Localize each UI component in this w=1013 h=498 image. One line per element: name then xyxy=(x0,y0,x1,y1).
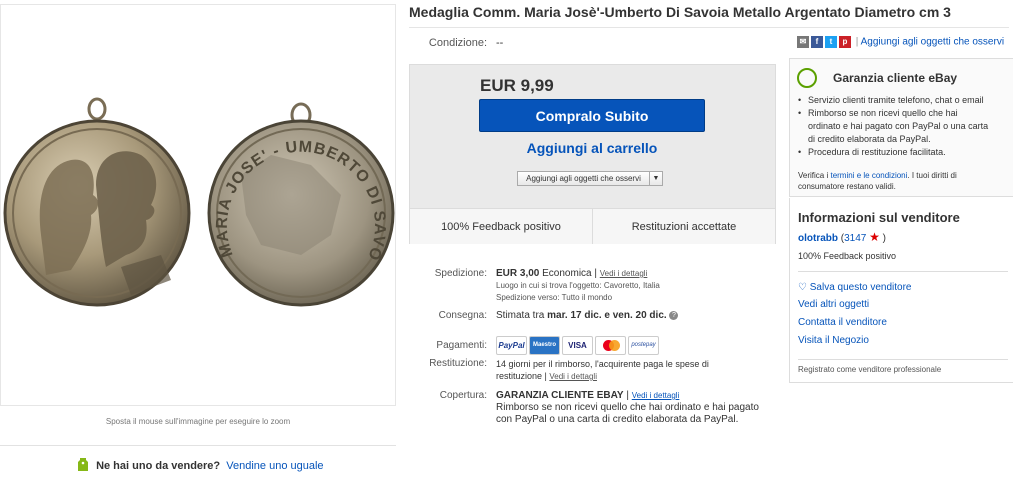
payment-logos: PayPal Maestro VISA postepay xyxy=(496,336,661,355)
price: EUR 9,99 xyxy=(480,76,554,95)
buy-now-button[interactable]: Compralo Subito xyxy=(479,99,705,132)
seller-title: Informazioni sul venditore xyxy=(798,210,960,225)
mastercard-icon xyxy=(595,336,626,355)
coverage-title: GARANZIA CLIENTE EBAY xyxy=(496,390,624,401)
list-item: Servizio clienti tramite telefono, chat … xyxy=(798,94,1013,107)
list-item: Procedura di restituzione facilitata. xyxy=(798,146,1013,159)
product-image[interactable]: MARIA JOSE' - UMBERTO DI SAVOIA xyxy=(0,0,396,406)
sell-prompt: Ne hai uno da vendere? Vendine uno ugual… xyxy=(78,458,324,474)
help-icon[interactable]: ? xyxy=(669,310,679,320)
guarantee-note: Verifica i termini e le condizioni. I tu… xyxy=(798,171,957,191)
delivery-label: Consegna: xyxy=(438,310,487,321)
paypal-icon: PayPal xyxy=(496,336,527,355)
sell-similar-link[interactable]: Vendine uno uguale xyxy=(226,460,323,472)
seller-username-link[interactable]: olotrabb xyxy=(798,233,838,244)
postepay-icon: postepay xyxy=(628,336,659,355)
watch-link[interactable]: Aggiungi agli oggetti che osservi xyxy=(861,37,1004,48)
returns-details-link[interactable]: Vedi i dettagli xyxy=(549,372,597,381)
delivery-range: mar. 17 dic. e ven. 20 dic. xyxy=(547,310,667,321)
heart-icon: ♡ xyxy=(798,282,807,293)
coverage-line1: Rimborso se non ricevi quello che hai or… xyxy=(496,402,759,413)
coverage-details-link[interactable]: Vedi i dettagli xyxy=(632,391,680,400)
add-to-cart-link[interactable]: Aggiungi al carrello xyxy=(479,140,705,156)
guarantee-list: Servizio clienti tramite telefono, chat … xyxy=(798,94,1013,159)
image-panel: MARIA JOSE' - UMBERTO DI SAVOIA Sposta i… xyxy=(0,0,397,498)
divider xyxy=(798,359,1008,360)
email-icon[interactable]: ✉ xyxy=(797,36,809,48)
payments-label: Pagamenti: xyxy=(436,340,487,351)
seller-highlights: 100% Feedback positivo Restituzioni acce… xyxy=(410,208,775,244)
visit-store-link[interactable]: Visita il Negozio xyxy=(798,335,869,346)
shipping-details-link[interactable]: Vedi i dettagli xyxy=(600,269,648,278)
pinterest-icon[interactable]: p xyxy=(839,36,851,48)
star-icon: ★ xyxy=(869,230,880,244)
watch-dropdown[interactable]: Aggiungi agli oggetti che osservi ▼ xyxy=(517,171,663,186)
returns-policy-line2: restituzione xyxy=(496,371,543,381)
shipping-price: EUR 3,00 xyxy=(496,268,540,279)
zoom-hint: Sposta il mouse sull'immagine per esegui… xyxy=(105,417,291,426)
coverage-label: Copertura: xyxy=(439,390,487,401)
seller-user: olotrabb (3147 ★ ) xyxy=(798,230,887,244)
seller-registration: Registrato come venditore professionale xyxy=(798,365,942,374)
list-item: Rimborso se non ricevi quello che haiord… xyxy=(798,107,1013,146)
shipping-label: Spedizione: xyxy=(434,268,487,279)
seller-feedback: 100% Feedback positivo xyxy=(798,251,897,261)
contact-seller-link[interactable]: Contatta il venditore xyxy=(798,317,887,328)
buy-box: EUR 9,99 Compralo Subito Aggiungi al car… xyxy=(409,64,776,244)
coverage-line2: con PayPal o una carta di credito elabor… xyxy=(496,414,739,425)
feedback-highlight: 100% Feedback positivo xyxy=(441,220,561,233)
price-tag-icon xyxy=(78,458,88,474)
twitter-icon[interactable]: t xyxy=(825,36,837,48)
chevron-down-icon[interactable]: ▼ xyxy=(649,172,662,185)
divider xyxy=(798,271,1008,272)
seller-box: Informazioni sul venditore olotrabb (314… xyxy=(789,198,1013,383)
ships-to: Spedizione verso: Tutto il mondo xyxy=(496,293,613,302)
share-row: ✉ f t p | Aggiungi agli oggetti che osservi xyxy=(797,36,1004,48)
save-seller-link[interactable]: ♡ Salva questo venditore xyxy=(798,282,911,293)
divider xyxy=(409,27,1009,28)
returns-highlight: Restituzioni accettate xyxy=(592,209,775,244)
divider xyxy=(0,445,396,446)
returns-policy-line1: 14 giorni per il rimborso, l'acquirente … xyxy=(496,359,709,369)
shipping-method: Economica xyxy=(542,268,592,279)
sell-question: Ne hai uno da vendere? xyxy=(96,459,221,472)
maestro-icon: Maestro xyxy=(529,336,560,355)
facebook-icon[interactable]: f xyxy=(811,36,823,48)
returns-label: Restituzione: xyxy=(429,358,487,369)
condition-label: Condizione: xyxy=(428,37,487,49)
watch-button-label: Aggiungi agli oggetti che osservi xyxy=(526,174,641,183)
guarantee-shield-icon xyxy=(797,68,817,88)
other-items-link[interactable]: Vedi altri oggetti xyxy=(798,299,869,310)
visa-icon: VISA xyxy=(562,336,593,355)
terms-link[interactable]: termini e le condizioni xyxy=(830,171,907,180)
guarantee-title: Garanzia cliente eBay xyxy=(833,71,958,85)
condition-value: -- xyxy=(496,37,504,49)
guarantee-box: Garanzia cliente eBay Servizio clienti t… xyxy=(789,58,1013,197)
item-location: Luogo in cui si trova l'oggetto: Cavoret… xyxy=(496,281,660,290)
page-title: Medaglia Comm. Maria Josè'-Umberto Di Sa… xyxy=(409,4,951,20)
seller-score-link[interactable]: 3147 xyxy=(844,233,866,244)
medal-image: MARIA JOSE' - UMBERTO DI SAVOIA xyxy=(0,0,395,307)
delivery-prefix: Stimata tra xyxy=(496,310,545,321)
